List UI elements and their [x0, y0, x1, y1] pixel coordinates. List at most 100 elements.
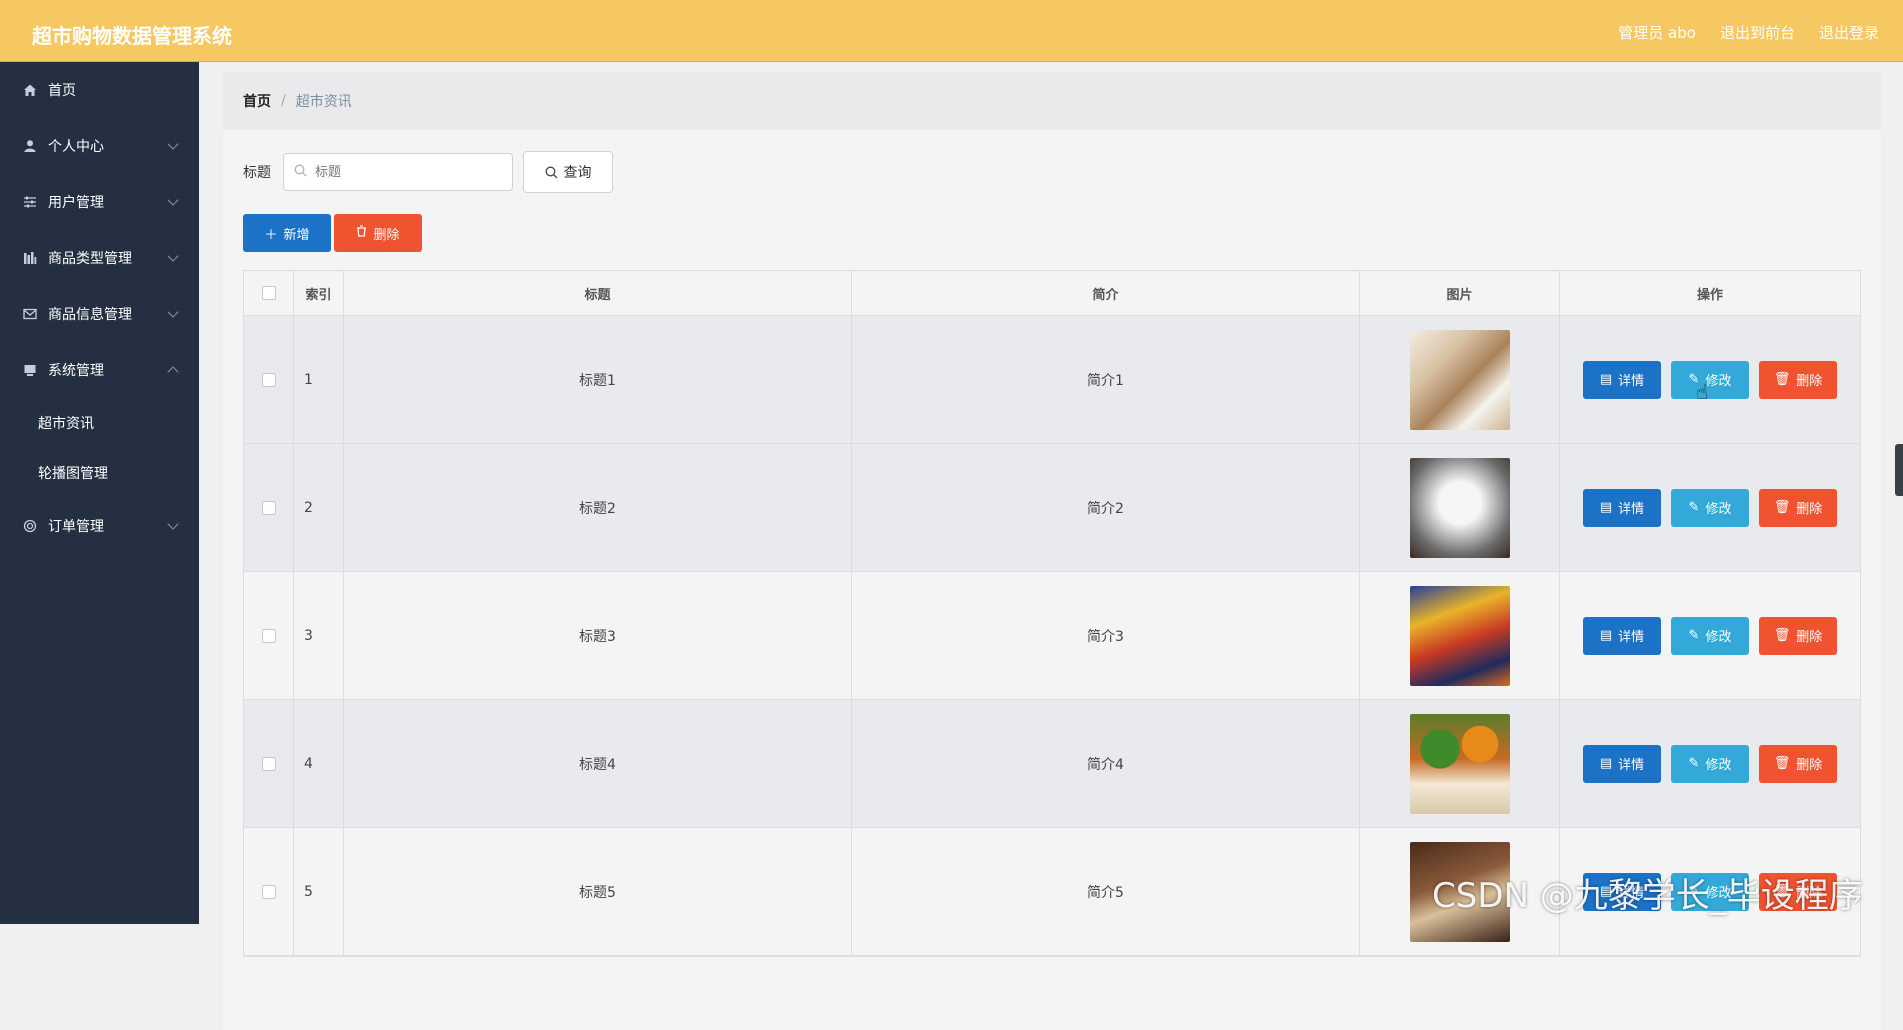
search-input[interactable]: [313, 163, 497, 181]
sidebar-item-orders[interactable]: 订单管理: [0, 498, 199, 554]
row-image-cell: [1360, 572, 1560, 699]
side-drawer-handle[interactable]: [1895, 444, 1903, 496]
detail-button[interactable]: ▤ 详情: [1583, 744, 1661, 783]
breadcrumb-home[interactable]: 首页: [243, 91, 271, 111]
sidebar-item-system[interactable]: 系统管理: [0, 342, 199, 398]
row-checkbox[interactable]: [261, 756, 276, 771]
row-image-cell: [1360, 444, 1560, 571]
row-title: 标题5: [344, 828, 852, 955]
hand-cursor-icon: ☝: [1696, 380, 1709, 404]
detail-button[interactable]: ▤ 详情: [1583, 616, 1661, 655]
row-title: 标题2: [344, 444, 852, 571]
sidebar-item-profile[interactable]: 个人中心: [0, 118, 199, 174]
row-title: 标题1: [344, 316, 852, 443]
chevron-up-icon: [167, 366, 179, 378]
row-checkbox[interactable]: [261, 628, 276, 643]
chevron-down-icon: [167, 518, 179, 530]
table-row: 3 标题3 简介3 ▤ 详情 ✎ 修改 🗑 删除: [244, 572, 1860, 700]
row-thumbnail[interactable]: [1409, 457, 1510, 558]
trash-icon: 🗑: [1773, 372, 1791, 387]
delete-button[interactable]: 🗑 删除: [1759, 744, 1837, 783]
row-thumbnail[interactable]: [1409, 713, 1510, 814]
row-desc: 简介5: [852, 828, 1360, 955]
sidebar-item-label: 商品类型管理: [48, 251, 132, 267]
row-checkbox[interactable]: [261, 500, 276, 515]
row-thumbnail[interactable]: [1409, 585, 1510, 686]
logout-link[interactable]: 退出登录: [1819, 22, 1879, 43]
delete-button[interactable]: 🗑 删除: [1759, 360, 1837, 399]
row-desc: 简介3: [852, 572, 1360, 699]
top-header: 超市购物数据管理系统 管理员 abo 退出到前台 退出登录: [0, 0, 1903, 62]
sidebar-item-users[interactable]: 用户管理: [0, 174, 199, 230]
query-button-label: 查询: [563, 165, 592, 181]
select-all-checkbox[interactable]: [261, 286, 276, 300]
submenu-item-carousel[interactable]: 轮播图管理: [0, 448, 199, 498]
admin-user-label: 管理员 abo: [1618, 24, 1696, 42]
document-icon: ▤: [1599, 372, 1613, 387]
batch-delete-button[interactable]: 删除: [334, 214, 422, 252]
search-label: 标题: [243, 165, 271, 181]
breadcrumb: 首页 / 超市资讯: [223, 72, 1881, 130]
trash-icon: [356, 225, 367, 241]
search-icon: [545, 166, 558, 179]
edit-label: 修改: [1705, 758, 1732, 773]
add-button[interactable]: ＋ 新增: [243, 214, 331, 252]
sidebar-item-category[interactable]: 商品类型管理: [0, 230, 199, 286]
chevron-down-icon: [167, 138, 179, 150]
row-title: 标题4: [344, 700, 852, 827]
search-box[interactable]: [283, 153, 513, 191]
row-checkbox[interactable]: [261, 372, 276, 387]
submenu-item-news[interactable]: 超市资讯: [0, 398, 199, 448]
delete-label: 删除: [1796, 758, 1823, 773]
edit-label: 修改: [1705, 630, 1732, 645]
row-ops: ▤ 详情 ✎ 修改 🗑 删除: [1560, 316, 1860, 443]
sidebar-item-label: 商品信息管理: [48, 307, 132, 323]
detail-label: 详情: [1618, 758, 1645, 773]
sliders-icon: [22, 194, 38, 210]
delete-button[interactable]: 🗑 删除: [1759, 488, 1837, 527]
edit-label: 修改: [1705, 502, 1732, 517]
sidebar-item-home[interactable]: 首页: [0, 62, 199, 118]
header-checkbox-cell: [244, 271, 294, 315]
front-link[interactable]: 退出到前台: [1720, 22, 1795, 43]
breadcrumb-separator: /: [281, 93, 286, 109]
edit-label: 修改: [1705, 374, 1732, 389]
row-image-cell: [1360, 316, 1560, 443]
row-ops: ▤ 详情 ✎ 修改 🗑 删除: [1560, 572, 1860, 699]
edit-button[interactable]: ✎ 修改: [1671, 744, 1749, 783]
row-index: 5: [294, 828, 344, 955]
row-ops: ▤ 详情 ✎ 修改 🗑 删除: [1560, 700, 1860, 827]
row-checkbox[interactable]: [261, 884, 276, 899]
header-desc: 简介: [852, 271, 1360, 315]
row-checkbox-cell: [244, 700, 294, 827]
detail-label: 详情: [1618, 374, 1645, 389]
header-title: 标题: [344, 271, 852, 315]
row-checkbox-cell: [244, 444, 294, 571]
sidebar-item-label: 首页: [48, 83, 76, 99]
sidebar-item-label: 个人中心: [48, 139, 104, 155]
row-checkbox-cell: [244, 572, 294, 699]
row-index: 3: [294, 572, 344, 699]
query-button[interactable]: 查询: [523, 151, 613, 193]
edit-button[interactable]: ✎ 修改: [1671, 488, 1749, 527]
edit-button[interactable]: ✎ 修改: [1671, 360, 1749, 399]
home-icon: [22, 82, 38, 98]
row-desc: 简介4: [852, 700, 1360, 827]
trash-icon: 🗑: [1773, 628, 1791, 643]
detail-button[interactable]: ▤ 详情: [1583, 488, 1661, 527]
delete-button[interactable]: 🗑 删除: [1759, 616, 1837, 655]
detail-button[interactable]: ▤ 详情: [1583, 360, 1661, 399]
document-icon: ▤: [1599, 628, 1613, 643]
chevron-down-icon: [167, 250, 179, 262]
header-ops: 操作: [1696, 287, 1723, 303]
document-icon: ▤: [1599, 756, 1613, 771]
circle-icon: [22, 518, 38, 534]
table-row: 4 标题4 简介4 ▤ 详情 ✎ 修改 🗑 删除: [244, 700, 1860, 828]
plus-icon: ＋: [264, 227, 278, 243]
action-row: ＋ 新增 删除: [243, 214, 422, 252]
row-thumbnail[interactable]: [1409, 329, 1510, 430]
edit-button[interactable]: ✎ 修改: [1671, 616, 1749, 655]
sidebar-item-products[interactable]: 商品信息管理: [0, 286, 199, 342]
pencil-icon: ✎: [1688, 500, 1700, 515]
data-table: 索引 标题 简介 图片 操作 1 标题1 简介1 ▤详情 ✎修改 🗑删除: [243, 270, 1861, 957]
